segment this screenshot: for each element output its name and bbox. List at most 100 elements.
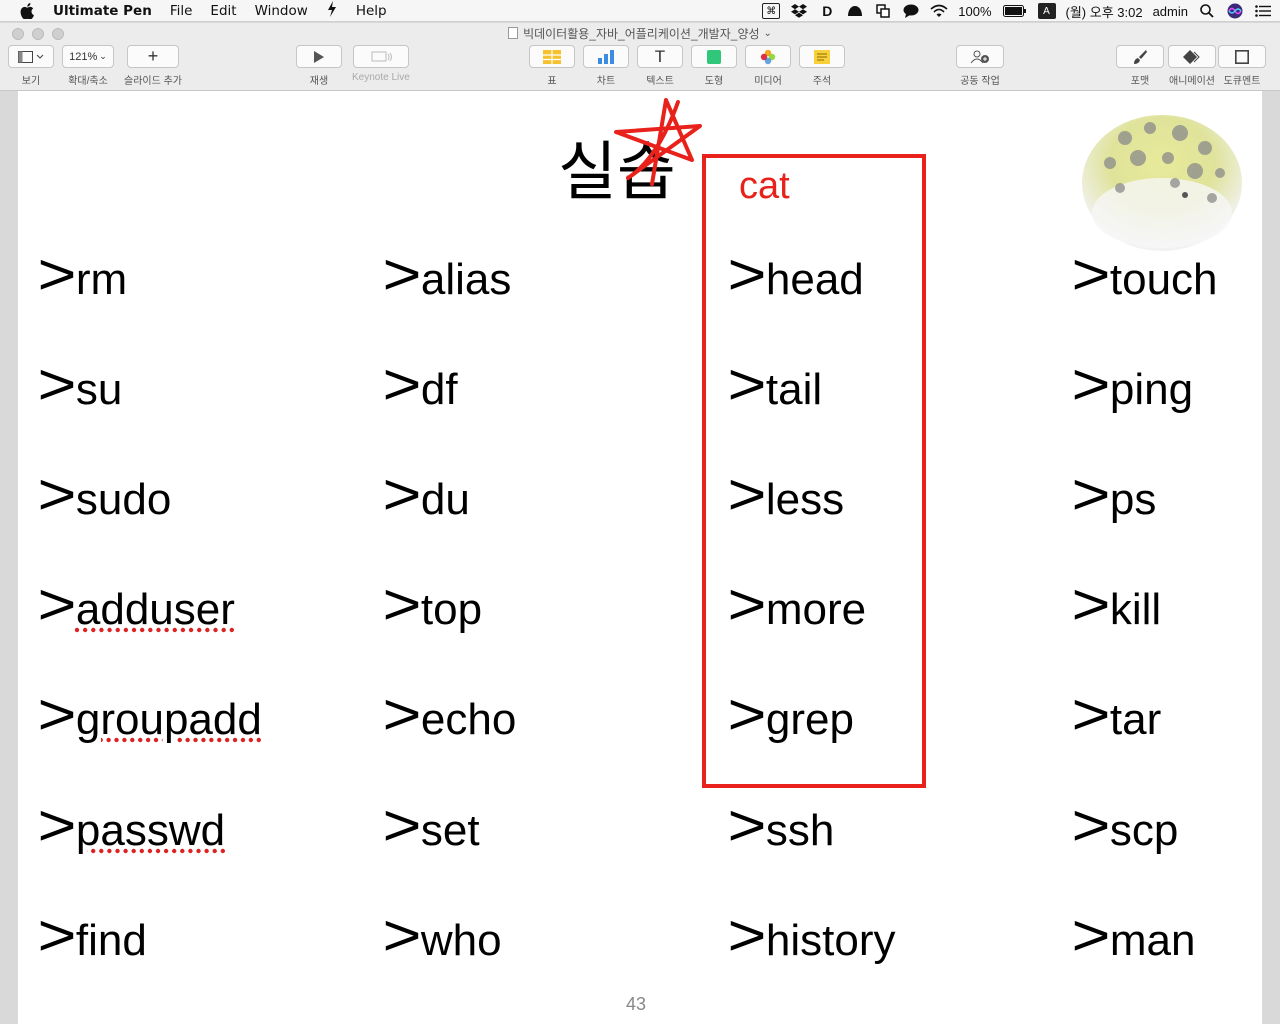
- battery-icon[interactable]: [1002, 3, 1028, 19]
- dropbox-icon[interactable]: [790, 3, 808, 19]
- command-item-set[interactable]: > set: [382, 797, 479, 856]
- command-item-rm[interactable]: > rm: [37, 246, 127, 305]
- keynote-window: 빅데이터활용_자바_어플리케이션_개발자_양성 ⌄ 보기 121% ⌄ 확대/축…: [0, 23, 1280, 1024]
- notification-center-icon[interactable]: [1254, 3, 1272, 19]
- comment-button[interactable]: [799, 45, 845, 68]
- window-controls: [12, 28, 64, 40]
- command-item-tar[interactable]: > tar: [1071, 686, 1161, 745]
- comment-tool[interactable]: 주석: [799, 45, 845, 87]
- menu-edit[interactable]: Edit: [210, 3, 236, 19]
- menu-app-name[interactable]: Ultimate Pen: [53, 3, 152, 19]
- animate-tool[interactable]: 애니메이션: [1168, 45, 1216, 87]
- chart-tool[interactable]: 차트: [583, 45, 629, 87]
- document-button[interactable]: [1218, 45, 1266, 68]
- add-slide-tool[interactable]: + 슬라이드 추가: [124, 45, 182, 87]
- shape-button[interactable]: [691, 45, 737, 68]
- view-button[interactable]: [8, 45, 54, 68]
- menu-help[interactable]: Help: [356, 3, 387, 19]
- command-item-scp[interactable]: > scp: [1071, 793, 1178, 858]
- apple-icon[interactable]: [17, 0, 37, 22]
- photos-icon: [760, 49, 776, 64]
- command-item-sudo[interactable]: > sudo: [37, 462, 171, 527]
- keynote-live-tool[interactable]: Keynote Live: [352, 45, 410, 83]
- collaborate-tool[interactable]: 공동 작업: [956, 45, 1004, 87]
- prompt-arrow: >: [1071, 793, 1111, 858]
- chevron-down-icon[interactable]: ⌄: [764, 28, 772, 39]
- close-window-button[interactable]: [12, 28, 24, 40]
- play-button[interactable]: [296, 45, 342, 68]
- command-item-find[interactable]: > find: [37, 903, 146, 968]
- command-item-ssh[interactable]: > ssh: [727, 797, 834, 856]
- format-button[interactable]: [1116, 45, 1164, 68]
- pufferfish-image[interactable]: [1080, 103, 1244, 253]
- zoom-window-button[interactable]: [52, 28, 64, 40]
- command-item-tail[interactable]: > tail: [727, 356, 822, 415]
- command-item-touch[interactable]: > touch: [1071, 246, 1217, 305]
- keynote-live-button[interactable]: [352, 45, 409, 68]
- zoom-tool[interactable]: 121% ⌄ 확대/축소: [62, 45, 114, 87]
- command-item-groupadd[interactable]: > groupadd: [37, 686, 261, 745]
- menubar-clock[interactable]: (월) 오후 3:02: [1066, 2, 1143, 21]
- pen-tool-icon[interactable]: [326, 0, 338, 21]
- page-number: 43: [626, 994, 647, 1014]
- window-title[interactable]: 빅데이터활용_자바_어플리케이션_개발자_양성: [523, 25, 759, 42]
- prompt-arrow: >: [1071, 572, 1111, 637]
- chart-button[interactable]: [583, 45, 629, 68]
- media-button[interactable]: [745, 45, 791, 68]
- media-tool[interactable]: 미디어: [745, 45, 791, 87]
- animate-button[interactable]: [1168, 45, 1216, 68]
- wifi-icon[interactable]: [930, 3, 948, 19]
- prompt-arrow: >: [727, 903, 767, 968]
- text-button[interactable]: T: [637, 45, 683, 68]
- command-item-who[interactable]: > who: [382, 907, 501, 966]
- table-tool[interactable]: 표: [529, 45, 575, 87]
- chat-bubble-icon[interactable]: [902, 3, 920, 19]
- menubar-user[interactable]: admin: [1153, 4, 1188, 19]
- command-item-df[interactable]: > df: [382, 356, 457, 415]
- slide[interactable]: 실습 cat > rm > su > sudo > adduser > grou…: [18, 91, 1262, 1024]
- command-item-du[interactable]: > du: [382, 466, 469, 525]
- add-slide-button[interactable]: +: [126, 45, 179, 68]
- command-item-passwd[interactable]: > passwd: [37, 797, 225, 856]
- command-item-ps[interactable]: > ps: [1071, 466, 1156, 525]
- command-item-adduser[interactable]: > adduser: [37, 576, 234, 635]
- document-tool[interactable]: 도큐멘트: [1218, 45, 1266, 87]
- play-tool[interactable]: 재생: [296, 45, 342, 87]
- text-tool[interactable]: T 텍스트: [637, 45, 683, 87]
- prompt-arrow: >: [37, 903, 77, 968]
- command-item-top[interactable]: > top: [382, 576, 482, 635]
- animate-diamond-icon: [1183, 49, 1200, 64]
- comment-label: 주석: [812, 76, 832, 87]
- cloud-hat-icon[interactable]: [846, 3, 864, 19]
- minimize-window-button[interactable]: [32, 28, 44, 40]
- spotlight-search-icon[interactable]: [1198, 3, 1216, 19]
- collaborate-button[interactable]: [956, 45, 1004, 68]
- format-tool[interactable]: 포맷: [1116, 45, 1164, 87]
- play-label: 재생: [309, 76, 329, 87]
- slide-canvas[interactable]: 실습 cat > rm > su > sudo > adduser > grou…: [0, 91, 1280, 1024]
- command-item-kill[interactable]: > kill: [1071, 572, 1161, 637]
- input-method-indicator[interactable]: A: [1037, 3, 1056, 19]
- command-item-ping[interactable]: > ping: [1071, 356, 1193, 415]
- command-item-history[interactable]: > history: [727, 903, 895, 968]
- shape-tool[interactable]: 도형: [691, 45, 737, 87]
- command-item-grep[interactable]: > grep: [727, 686, 853, 745]
- command-item-head[interactable]: > head: [727, 246, 863, 305]
- screens-icon[interactable]: [874, 3, 892, 19]
- menu-window[interactable]: Window: [255, 3, 308, 19]
- document-icon: [508, 27, 519, 39]
- menu-file[interactable]: File: [170, 3, 193, 19]
- table-button[interactable]: [529, 45, 575, 68]
- siri-icon[interactable]: [1226, 3, 1244, 19]
- command-item-alias[interactable]: > alias: [382, 246, 511, 305]
- zoom-select[interactable]: 121% ⌄: [62, 45, 114, 68]
- view-tool[interactable]: 보기: [8, 45, 54, 87]
- command-item-echo[interactable]: > echo: [382, 686, 516, 745]
- command-item-more[interactable]: > more: [727, 576, 866, 635]
- command-item-less[interactable]: > less: [727, 466, 844, 525]
- command-item-man[interactable]: > man: [1071, 907, 1195, 966]
- prompt-arrow: >: [37, 462, 77, 527]
- command-key-icon[interactable]: ⌘: [762, 3, 781, 19]
- command-item-su[interactable]: > su: [37, 356, 122, 415]
- d-app-icon[interactable]: D: [818, 3, 836, 19]
